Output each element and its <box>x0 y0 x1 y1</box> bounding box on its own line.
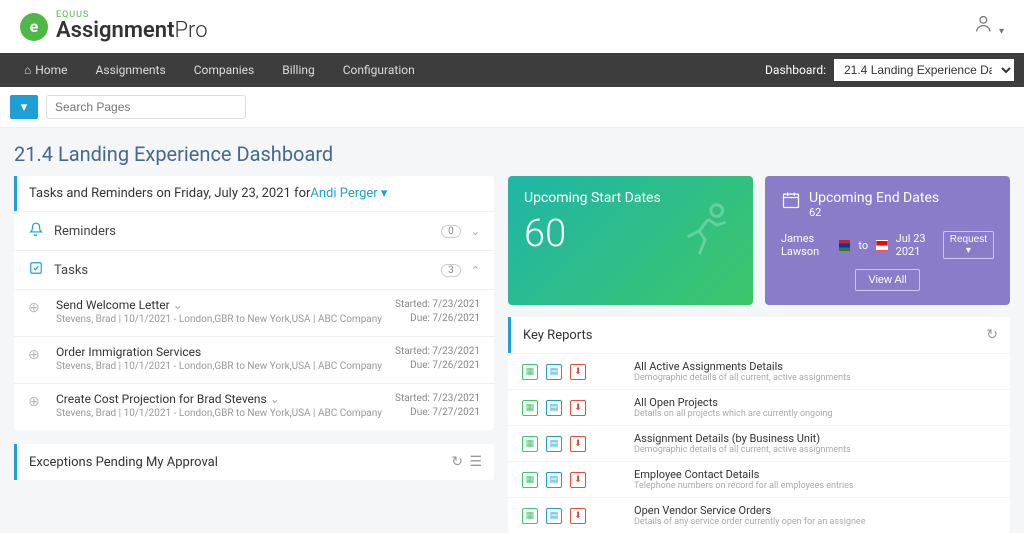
user-link[interactable]: Andi Perger ▾ <box>310 186 387 201</box>
tasks-section[interactable]: Tasks 3 ⌃ <box>14 250 494 289</box>
dashboard-select[interactable]: 21.4 Landing Experience Dashboard <box>834 59 1014 81</box>
chevron-up-icon[interactable]: ⌃ <box>471 264 480 277</box>
flag-to-icon <box>876 240 888 251</box>
view-all-button[interactable]: View All <box>855 269 919 291</box>
app-logo: e EQUUS AssignmentPro <box>20 10 208 43</box>
export-excel-icon[interactable]: ▦ <box>522 508 538 524</box>
task-row[interactable]: ⊕ Create Cost Projection for Brad Steven… <box>14 383 494 430</box>
nav-billing[interactable]: Billing <box>268 53 329 87</box>
person-name: James Lawson <box>781 232 831 258</box>
task-row[interactable]: ⊕ Send Welcome Letter ⌄ Stevens, Brad | … <box>14 289 494 336</box>
export-pdf-icon[interactable]: ⬇ <box>570 508 586 524</box>
request-button[interactable]: Request ▾ <box>943 231 994 259</box>
home-icon: ⌂ <box>24 53 31 87</box>
exceptions-title: Exceptions Pending My Approval <box>29 455 218 470</box>
chevron-down-icon[interactable]: ⌄ <box>471 225 480 238</box>
search-box[interactable] <box>46 95 246 119</box>
report-row[interactable]: ▦ ▤ ⬇ Employee Contact Details Telephone… <box>508 461 1010 497</box>
export-grid-icon[interactable]: ▤ <box>546 472 562 488</box>
upcoming-start-card[interactable]: Upcoming Start Dates 60 <box>508 176 753 305</box>
expand-icon[interactable]: ⊕ <box>28 345 46 373</box>
refresh-icon[interactable]: ↻ <box>451 454 463 470</box>
menu-toggle[interactable]: ▾ <box>10 95 38 119</box>
nav-configuration[interactable]: Configuration <box>329 53 429 87</box>
user-menu[interactable]: ▾ <box>975 14 1005 39</box>
export-grid-icon[interactable]: ▤ <box>546 364 562 380</box>
runner-icon <box>673 196 743 284</box>
export-excel-icon[interactable]: ▦ <box>522 472 538 488</box>
tasks-count: 3 <box>441 264 461 277</box>
flag-from-icon <box>839 240 850 251</box>
page-title: 21.4 Landing Experience Dashboard <box>0 128 1024 176</box>
logo-text: AssignmentPro <box>56 18 208 43</box>
export-pdf-icon[interactable]: ⬇ <box>570 472 586 488</box>
refresh-icon[interactable]: ↻ <box>986 327 998 343</box>
main-nav: ⌂Home Assignments Companies Billing Conf… <box>10 53 429 87</box>
nav-assignments[interactable]: Assignments <box>82 53 180 87</box>
dashboard-label: Dashboard: <box>765 63 826 77</box>
expand-icon[interactable]: ⊕ <box>28 392 46 420</box>
key-reports-title: Key Reports <box>523 328 592 343</box>
key-reports-panel: Key Reports ↻ ▦ ▤ ⬇ All Active Assignmen… <box>508 317 1010 533</box>
bell-icon <box>28 222 44 240</box>
export-excel-icon[interactable]: ▦ <box>522 436 538 452</box>
settings-icon[interactable]: ☰ <box>469 454 482 470</box>
nav-companies[interactable]: Companies <box>180 53 269 87</box>
report-row[interactable]: ▦ ▤ ⬇ Assignment Details (by Business Un… <box>508 425 1010 461</box>
reminders-count: 0 <box>441 225 461 238</box>
search-input[interactable] <box>55 100 237 114</box>
calendar-icon <box>781 190 801 214</box>
logo-mark: e <box>20 13 48 41</box>
export-pdf-icon[interactable]: ⬇ <box>570 400 586 416</box>
expand-icon[interactable]: ⊕ <box>28 298 46 326</box>
export-pdf-icon[interactable]: ⬇ <box>570 364 586 380</box>
export-excel-icon[interactable]: ▦ <box>522 364 538 380</box>
export-grid-icon[interactable]: ▤ <box>546 400 562 416</box>
report-row[interactable]: ▦ ▤ ⬇ Open Vendor Service Orders Details… <box>508 497 1010 533</box>
tasks-panel-header: Tasks and Reminders on Friday, July 23, … <box>14 176 494 211</box>
report-row[interactable]: ▦ ▤ ⬇ All Active Assignments Details Dem… <box>508 353 1010 389</box>
upcoming-end-card: Upcoming End Dates 62 James Lawson to Ju… <box>765 176 1010 305</box>
tasks-panel: Tasks and Reminders on Friday, July 23, … <box>14 176 494 430</box>
reminders-section[interactable]: Reminders 0 ⌄ <box>14 211 494 250</box>
exceptions-panel: Exceptions Pending My Approval ↻ ☰ <box>14 444 494 480</box>
export-grid-icon[interactable]: ▤ <box>546 436 562 452</box>
export-excel-icon[interactable]: ▦ <box>522 400 538 416</box>
check-icon <box>28 261 44 279</box>
report-row[interactable]: ▦ ▤ ⬇ All Open Projects Details on all p… <box>508 389 1010 425</box>
task-row[interactable]: ⊕ Order Immigration Services Stevens, Br… <box>14 336 494 383</box>
export-grid-icon[interactable]: ▤ <box>546 508 562 524</box>
export-pdf-icon[interactable]: ⬇ <box>570 436 586 452</box>
nav-home[interactable]: ⌂Home <box>10 53 82 87</box>
